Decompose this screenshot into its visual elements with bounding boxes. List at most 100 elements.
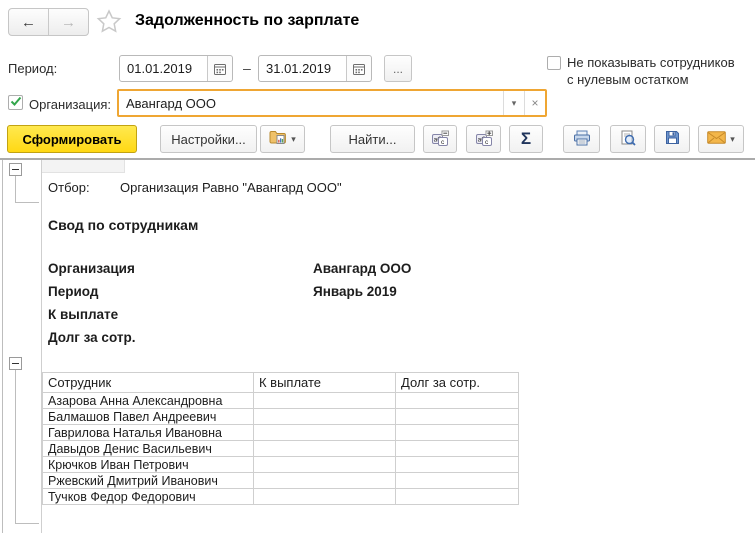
info-label: Период bbox=[48, 284, 99, 299]
collapse-icon bbox=[12, 363, 19, 364]
table-row: Крючков Иван Петрович bbox=[42, 456, 519, 473]
email-button[interactable]: ▾ bbox=[698, 125, 744, 153]
find-button[interactable]: Найти... bbox=[330, 125, 415, 153]
nav-history-control: ← → bbox=[8, 8, 89, 36]
info-value: Январь 2019 bbox=[313, 284, 397, 299]
hide-zero-label-line1: Не показывать сотрудников bbox=[567, 55, 735, 70]
employee-name-cell: Гаврилова Наталья Ивановна bbox=[42, 424, 254, 441]
to-pay-cell bbox=[253, 408, 396, 425]
filter-label: Отбор: bbox=[48, 180, 90, 195]
forward-button[interactable]: → bbox=[49, 9, 88, 35]
back-button[interactable]: ← bbox=[9, 9, 49, 35]
debt-cell bbox=[395, 456, 519, 473]
debt-cell bbox=[395, 488, 519, 505]
employee-name-cell: Ржевский Дмитрий Иванович bbox=[42, 472, 254, 489]
to-pay-cell bbox=[253, 392, 396, 409]
table-row: Балмашов Павел Андреевич bbox=[42, 408, 519, 425]
calendar-icon[interactable] bbox=[346, 56, 371, 81]
organization-checkbox[interactable] bbox=[8, 95, 23, 110]
employee-table: Сотрудник К выплате Долг за сотр. Азаров… bbox=[42, 372, 519, 505]
date-from-value[interactable]: 01.01.2019 bbox=[120, 56, 207, 81]
calendar-icon[interactable] bbox=[207, 56, 232, 81]
info-label: Долг за сотр. bbox=[48, 330, 136, 345]
generate-button[interactable]: Сформировать bbox=[7, 125, 137, 153]
table-row: Гаврилова Наталья Ивановна bbox=[42, 424, 519, 441]
group-collapse-button-1[interactable] bbox=[9, 163, 22, 176]
sum-icon: Σ bbox=[520, 129, 532, 148]
group-gutter-line bbox=[2, 160, 3, 533]
checkmark-icon bbox=[10, 94, 22, 112]
period-label: Период: bbox=[8, 61, 58, 76]
to-pay-cell bbox=[253, 456, 396, 473]
info-value: Авангард ООО bbox=[313, 261, 412, 276]
debt-cell bbox=[395, 408, 519, 425]
table-row: Тучков Федор Федорович bbox=[42, 488, 519, 505]
expand-groups-icon: аб с bbox=[475, 130, 493, 149]
employee-name-cell: Тучков Федор Федорович bbox=[42, 488, 254, 505]
date-from-field[interactable]: 01.01.2019 bbox=[119, 55, 233, 82]
employee-name-cell: Азарова Анна Александровна bbox=[42, 392, 254, 409]
email-icon bbox=[707, 131, 727, 147]
debt-cell bbox=[395, 472, 519, 489]
report-variants-button[interactable]: ▾ bbox=[260, 125, 305, 153]
to-pay-cell bbox=[253, 488, 396, 505]
table-row: Давыдов Денис Васильевич bbox=[42, 440, 519, 457]
group-bracket-line bbox=[15, 523, 39, 524]
to-pay-cell bbox=[253, 424, 396, 441]
report-section-title: Свод по сотрудникам bbox=[48, 217, 199, 233]
report-filter-row: Отбор: bbox=[48, 180, 90, 195]
report-top-cell bbox=[42, 160, 125, 173]
group-collapse-button-2[interactable] bbox=[9, 357, 22, 370]
sum-button[interactable]: Σ bbox=[509, 125, 543, 153]
to-pay-cell bbox=[253, 440, 396, 457]
column-header-employee: Сотрудник bbox=[42, 372, 254, 393]
chevron-down-icon: ▾ bbox=[291, 133, 296, 144]
employee-name-cell: Балмашов Павел Андреевич bbox=[42, 408, 254, 425]
hide-zero-label-line2: с нулевым остатком bbox=[567, 72, 689, 87]
hide-zero-label[interactable]: Не показывать сотрудников с нулевым оста… bbox=[567, 54, 735, 88]
date-to-value[interactable]: 31.01.2019 bbox=[259, 56, 346, 81]
settings-button[interactable]: Настройки... bbox=[160, 125, 257, 153]
organization-label[interactable]: Организация: bbox=[29, 97, 111, 112]
date-to-field[interactable]: 31.01.2019 bbox=[258, 55, 372, 82]
chevron-down-icon: ▾ bbox=[511, 97, 517, 108]
column-header-to-pay: К выплате bbox=[253, 372, 396, 393]
period-separator: – bbox=[243, 60, 251, 76]
report-variants-icon bbox=[269, 130, 287, 148]
expand-groups-button[interactable]: аб с bbox=[466, 125, 501, 153]
group-bracket-line bbox=[15, 202, 39, 203]
table-row: Ржевский Дмитрий Иванович bbox=[42, 472, 519, 489]
period-more-button[interactable]: ... bbox=[384, 55, 412, 82]
debt-cell bbox=[395, 424, 519, 441]
debt-cell bbox=[395, 440, 519, 457]
collapse-groups-button[interactable]: аб с bbox=[423, 125, 457, 153]
table-row: Азарова Анна Александровна bbox=[42, 392, 519, 409]
organization-clear-button[interactable]: × bbox=[524, 91, 545, 115]
organization-field[interactable]: Авангард ООО ▾ × bbox=[117, 89, 547, 117]
print-button[interactable] bbox=[563, 125, 600, 153]
employee-name-cell: Крючков Иван Петрович bbox=[42, 456, 254, 473]
group-bracket-line bbox=[15, 176, 16, 203]
collapse-icon bbox=[12, 169, 19, 170]
group-bracket-line bbox=[15, 370, 16, 523]
organization-dropdown-button[interactable]: ▾ bbox=[503, 91, 524, 115]
info-label: Организация bbox=[48, 261, 135, 276]
info-label: К выплате bbox=[48, 307, 119, 322]
close-icon: × bbox=[531, 96, 539, 110]
page-title: Задолженность по зарплате bbox=[135, 12, 360, 29]
app-window: ← → Задолженность по зарплате Период: 01… bbox=[0, 0, 755, 533]
forward-icon: → bbox=[61, 13, 76, 31]
table-header-row: Сотрудник К выплате Долг за сотр. bbox=[42, 372, 519, 393]
save-button[interactable] bbox=[654, 125, 690, 153]
hide-zero-checkbox[interactable] bbox=[547, 56, 561, 70]
favorite-star-icon[interactable] bbox=[96, 9, 122, 35]
organization-value[interactable]: Авангард ООО bbox=[119, 91, 503, 115]
employee-name-cell: Давыдов Денис Васильевич bbox=[42, 440, 254, 457]
filter-value: Организация Равно "Авангард ООО" bbox=[120, 180, 342, 195]
collapse-groups-icon: аб с bbox=[431, 130, 449, 149]
back-icon: ← bbox=[21, 13, 36, 31]
preview-button[interactable] bbox=[610, 125, 646, 153]
save-icon bbox=[665, 130, 680, 148]
to-pay-cell bbox=[253, 472, 396, 489]
preview-icon bbox=[620, 130, 636, 149]
